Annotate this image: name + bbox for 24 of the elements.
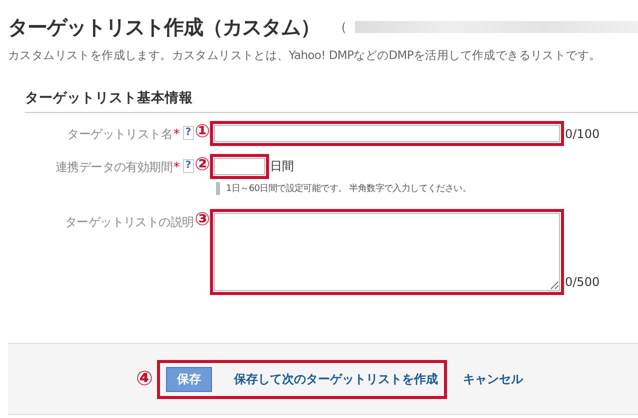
char-counter: 0/100	[565, 126, 600, 140]
input-field[interactable]	[214, 158, 265, 175]
input-field[interactable]	[214, 125, 560, 142]
char-counter: 0/500	[565, 275, 600, 289]
unit-label: 日間	[270, 158, 294, 175]
page-title: ターゲットリスト作成（カスタム）	[8, 14, 320, 40]
help-icon[interactable]: ?	[182, 159, 194, 173]
section-heading: ターゲットリスト基本情報	[25, 89, 638, 113]
hint-text: 1日～60日間で設定可能です。 半角数字で入力してください。	[216, 182, 472, 195]
save-next-link[interactable]: 保存して次のターゲットリストを作成	[234, 370, 438, 388]
cancel-link[interactable]: キャンセル	[462, 370, 523, 388]
field-label: ターゲットリスト名	[67, 126, 172, 143]
annotation-number: ③	[194, 211, 210, 229]
required-mark: *	[174, 126, 180, 141]
required-mark: *	[174, 159, 180, 174]
title-suffix: （	[334, 19, 347, 36]
field-label: ターゲットリストの説明	[65, 214, 194, 231]
page-description: カスタムリストを作成します。カスタムリストとは、Yahoo! DMPなどのDMPを活用して作成できるリストです。	[8, 48, 602, 63]
help-icon[interactable]: ?	[182, 126, 194, 140]
annotation-number: ②	[194, 156, 210, 174]
field-label: 連携データの有効期間	[55, 159, 172, 176]
annotation-number: ①	[194, 123, 210, 141]
annotation-number: ④	[136, 368, 153, 386]
save-button[interactable]: 保存	[166, 366, 212, 392]
